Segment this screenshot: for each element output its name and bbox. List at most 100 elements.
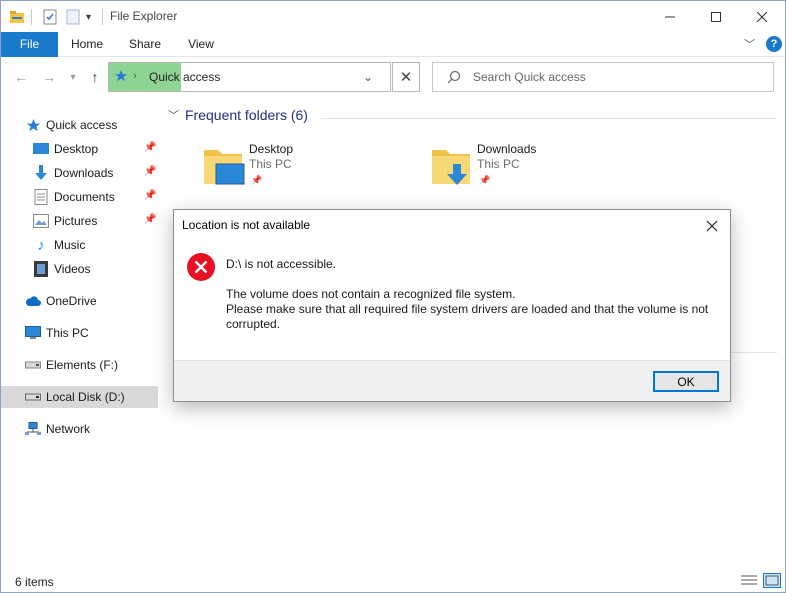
sidebar-item-elements-drive[interactable]: Elements (F:) [1, 354, 158, 376]
music-icon: ♪ [37, 236, 45, 254]
breadcrumb-chevron-icon: › [133, 70, 137, 82]
dialog-body: D:\ is not accessible. The volume does n… [174, 241, 730, 361]
tab-home[interactable]: Home [63, 32, 111, 57]
new-folder-icon[interactable] [65, 7, 81, 27]
dialog-message-line1: The volume does not contain a recognized… [226, 287, 516, 301]
sidebar-item-label: Elements (F:) [46, 358, 119, 372]
quick-access-star-icon [114, 69, 128, 86]
pin-icon: 📌 [479, 175, 491, 185]
minimize-icon [665, 16, 675, 17]
sidebar-item-label: This PC [46, 326, 89, 340]
sidebar-item-network[interactable]: Network [1, 418, 158, 440]
drive-icon [25, 357, 41, 373]
section-title: Frequent folders (6) [185, 107, 308, 123]
item-count: 6 items [15, 575, 54, 589]
pin-icon: 📌 [144, 214, 157, 225]
download-icon [33, 165, 49, 181]
sidebar-item-label: Desktop [54, 142, 99, 156]
sidebar-item-label: Local Disk (D:) [46, 390, 125, 404]
tile-location: This PC [477, 157, 520, 171]
computer-icon [25, 325, 41, 341]
downloads-folder-icon [430, 144, 474, 191]
tab-file[interactable]: File [1, 32, 58, 57]
sidebar-item-local-disk[interactable]: Local Disk (D:) [1, 386, 158, 408]
sidebar-item-downloads[interactable]: Downloads 📌 [1, 162, 158, 184]
dialog-heading: D:\ is not accessible. [226, 257, 337, 271]
tab-view[interactable]: View [177, 32, 225, 57]
star-icon [25, 117, 41, 133]
document-icon [33, 189, 49, 205]
qat-separator [31, 9, 32, 25]
address-path: Quick access [149, 70, 221, 84]
sidebar-item-label: Documents [54, 190, 115, 204]
ribbon-tabs: File Home Share View ﹀ ? [1, 32, 785, 57]
navigation-bar: ← → ▾ ↑ › Quick access ⌄ ✕ Search Quick … [1, 57, 785, 97]
title-separator [102, 9, 103, 25]
pin-icon: 📌 [251, 175, 263, 185]
collapse-chevron-icon: ﹀ [168, 110, 179, 122]
sidebar-item-videos[interactable]: Videos [1, 258, 158, 280]
sidebar-item-label: Pictures [54, 214, 98, 228]
video-icon [33, 261, 49, 277]
pin-icon: 📌 [144, 142, 157, 153]
tile-name: Downloads [477, 142, 537, 156]
sidebar-item-label: Network [46, 422, 91, 436]
dialog-title: Location is not available [182, 218, 311, 232]
clear-address-button[interactable]: ✕ [392, 62, 420, 92]
title-bar: ▾ File Explorer [1, 1, 785, 32]
pin-icon: 📌 [144, 166, 157, 177]
window-title: File Explorer [110, 9, 178, 23]
sidebar-item-quick-access[interactable]: Quick access [1, 114, 158, 136]
frequent-folders-header[interactable]: ﹀ Frequent folders (6) [168, 107, 308, 123]
dialog-close-button[interactable] [702, 216, 722, 236]
network-icon [25, 421, 41, 437]
large-icons-view-icon[interactable] [763, 573, 781, 588]
details-view-icon[interactable] [741, 574, 757, 591]
pin-icon: 📌 [144, 190, 157, 201]
minimize-button[interactable] [647, 1, 693, 32]
recent-locations-icon[interactable]: ▾ [63, 67, 83, 87]
sidebar-item-label: Videos [54, 262, 91, 276]
sidebar-item-desktop[interactable]: Desktop 📌 [1, 138, 158, 160]
help-icon[interactable]: ? [766, 36, 782, 52]
forward-icon[interactable]: → [39, 67, 59, 87]
tab-share[interactable]: Share [121, 32, 169, 57]
sidebar-item-label: Quick access [46, 118, 118, 132]
expand-ribbon-icon[interactable]: ﹀ [744, 36, 755, 52]
cloud-icon [25, 293, 41, 309]
folder-tile-desktop[interactable]: Desktop This PC 📌 [202, 142, 402, 198]
search-box[interactable]: Search Quick access [432, 62, 774, 92]
up-icon[interactable]: ↑ [85, 67, 105, 87]
picture-icon [33, 213, 49, 229]
folder-tile-downloads[interactable]: Downloads This PC 📌 [430, 142, 630, 198]
sidebar-item-pictures[interactable]: Pictures 📌 [1, 210, 158, 232]
navigation-pane: Quick access Desktop 📌 Downloads 📌 Docum… [1, 109, 159, 569]
address-bar[interactable]: › Quick access ⌄ [108, 62, 391, 92]
ok-button[interactable]: OK [653, 371, 719, 392]
close-icon [706, 220, 718, 232]
properties-icon[interactable] [42, 7, 58, 27]
error-dialog: Location is not available D:\ is not acc… [173, 209, 731, 402]
sidebar-item-documents[interactable]: Documents 📌 [1, 186, 158, 208]
error-icon [186, 252, 216, 285]
tile-name: Desktop [249, 142, 294, 156]
sidebar-item-onedrive[interactable]: OneDrive [1, 290, 158, 312]
sidebar-item-this-pc[interactable]: This PC [1, 322, 158, 344]
desktop-folder-icon [202, 144, 246, 191]
customize-qat-icon[interactable]: ▾ [86, 7, 91, 27]
sidebar-item-music[interactable]: ♪ Music [1, 234, 158, 256]
close-icon [757, 11, 767, 22]
desktop-icon [33, 141, 49, 157]
search-placeholder: Search Quick access [473, 70, 586, 84]
dialog-message: The volume does not contain a recognized… [226, 287, 716, 332]
sidebar-item-label: OneDrive [46, 294, 97, 308]
section-divider [321, 118, 777, 119]
maximize-icon [711, 11, 721, 22]
search-icon [447, 70, 461, 87]
maximize-button[interactable] [693, 1, 739, 32]
close-button[interactable] [739, 1, 785, 32]
sidebar-item-label: Downloads [54, 166, 114, 180]
address-dropdown-icon[interactable]: ⌄ [363, 70, 373, 84]
tile-location: This PC [249, 157, 292, 171]
back-icon[interactable]: ← [11, 67, 31, 87]
